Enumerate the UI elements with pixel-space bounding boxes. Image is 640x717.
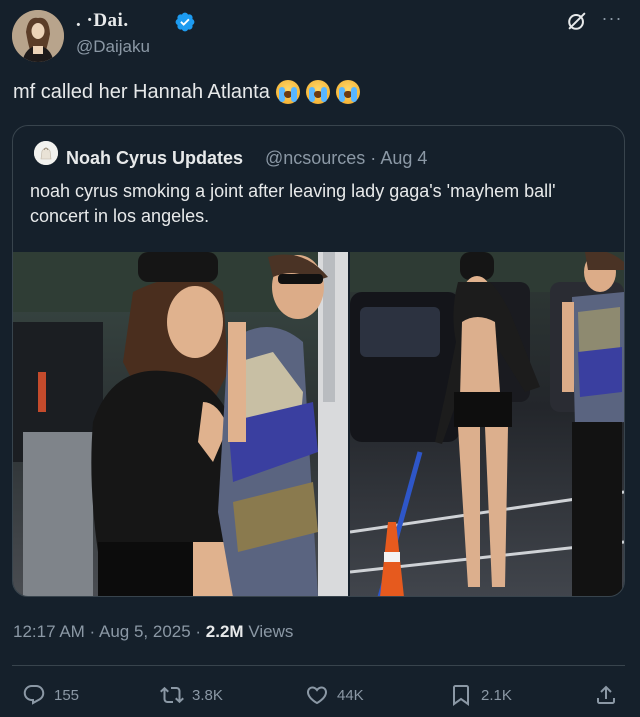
tweet-text: mf called her Hannah Atlanta <box>13 80 270 103</box>
reply-icon <box>23 685 45 705</box>
bookmark-count: 2.1K <box>481 686 512 704</box>
author-display-name[interactable]: . ·Dai. <box>76 10 129 32</box>
quoted-photo-1[interactable] <box>13 252 348 596</box>
quoted-media-grid <box>13 252 624 596</box>
divider <box>12 665 625 666</box>
loudly-crying-face-emoji-icon <box>335 80 360 104</box>
quoted-author-name[interactable]: Noah Cyrus Updates <box>66 148 243 169</box>
quoted-author-avatar[interactable] <box>34 141 58 165</box>
repost-count: 3.8K <box>192 686 223 704</box>
verified-badge-icon <box>175 12 195 32</box>
reply-button[interactable]: 155 <box>22 683 79 707</box>
author-handle[interactable]: @Daijaku <box>76 37 150 57</box>
views-label: Views <box>243 622 294 641</box>
more-options-icon[interactable]: ··· <box>600 8 624 32</box>
like-button[interactable]: 44K <box>305 683 364 707</box>
heart-icon <box>306 686 328 705</box>
quoted-tweet-card[interactable]: Noah Cyrus Updates @ncsources · Aug 4 no… <box>12 125 625 597</box>
like-count: 44K <box>337 686 364 704</box>
quoted-tweet-text: noah cyrus smoking a joint after leaving… <box>30 181 556 226</box>
loudly-crying-face-emoji-icon <box>305 80 330 104</box>
quoted-photo-2[interactable] <box>350 252 624 596</box>
quoted-author-handle-date[interactable]: @ncsources · Aug 4 <box>265 148 427 169</box>
tweet-text-row: mf called her Hannah Atlanta <box>13 80 360 104</box>
grok-icon[interactable] <box>566 10 588 32</box>
reply-count: 155 <box>54 686 80 704</box>
tweet: . ·Dai. @Daijaku ··· mf called her Hanna… <box>0 0 640 717</box>
author-avatar[interactable] <box>12 10 64 62</box>
repost-icon <box>160 686 184 704</box>
tweet-meta: 12:17 AM · Aug 5, 2025 · 2.2M Views <box>13 622 293 642</box>
views-count[interactable]: 2.2M <box>206 622 244 641</box>
share-button[interactable] <box>594 683 618 707</box>
repost-button[interactable]: 3.8K <box>160 683 223 707</box>
action-bar: 155 3.8K 44K 2.1K <box>0 683 640 713</box>
loudly-crying-face-emoji-icon <box>275 80 300 104</box>
timestamp[interactable]: 12:17 AM · Aug 5, 2025 · <box>13 622 206 641</box>
bookmark-button[interactable]: 2.1K <box>449 683 512 707</box>
share-icon <box>597 685 615 704</box>
bookmark-icon <box>453 685 469 706</box>
